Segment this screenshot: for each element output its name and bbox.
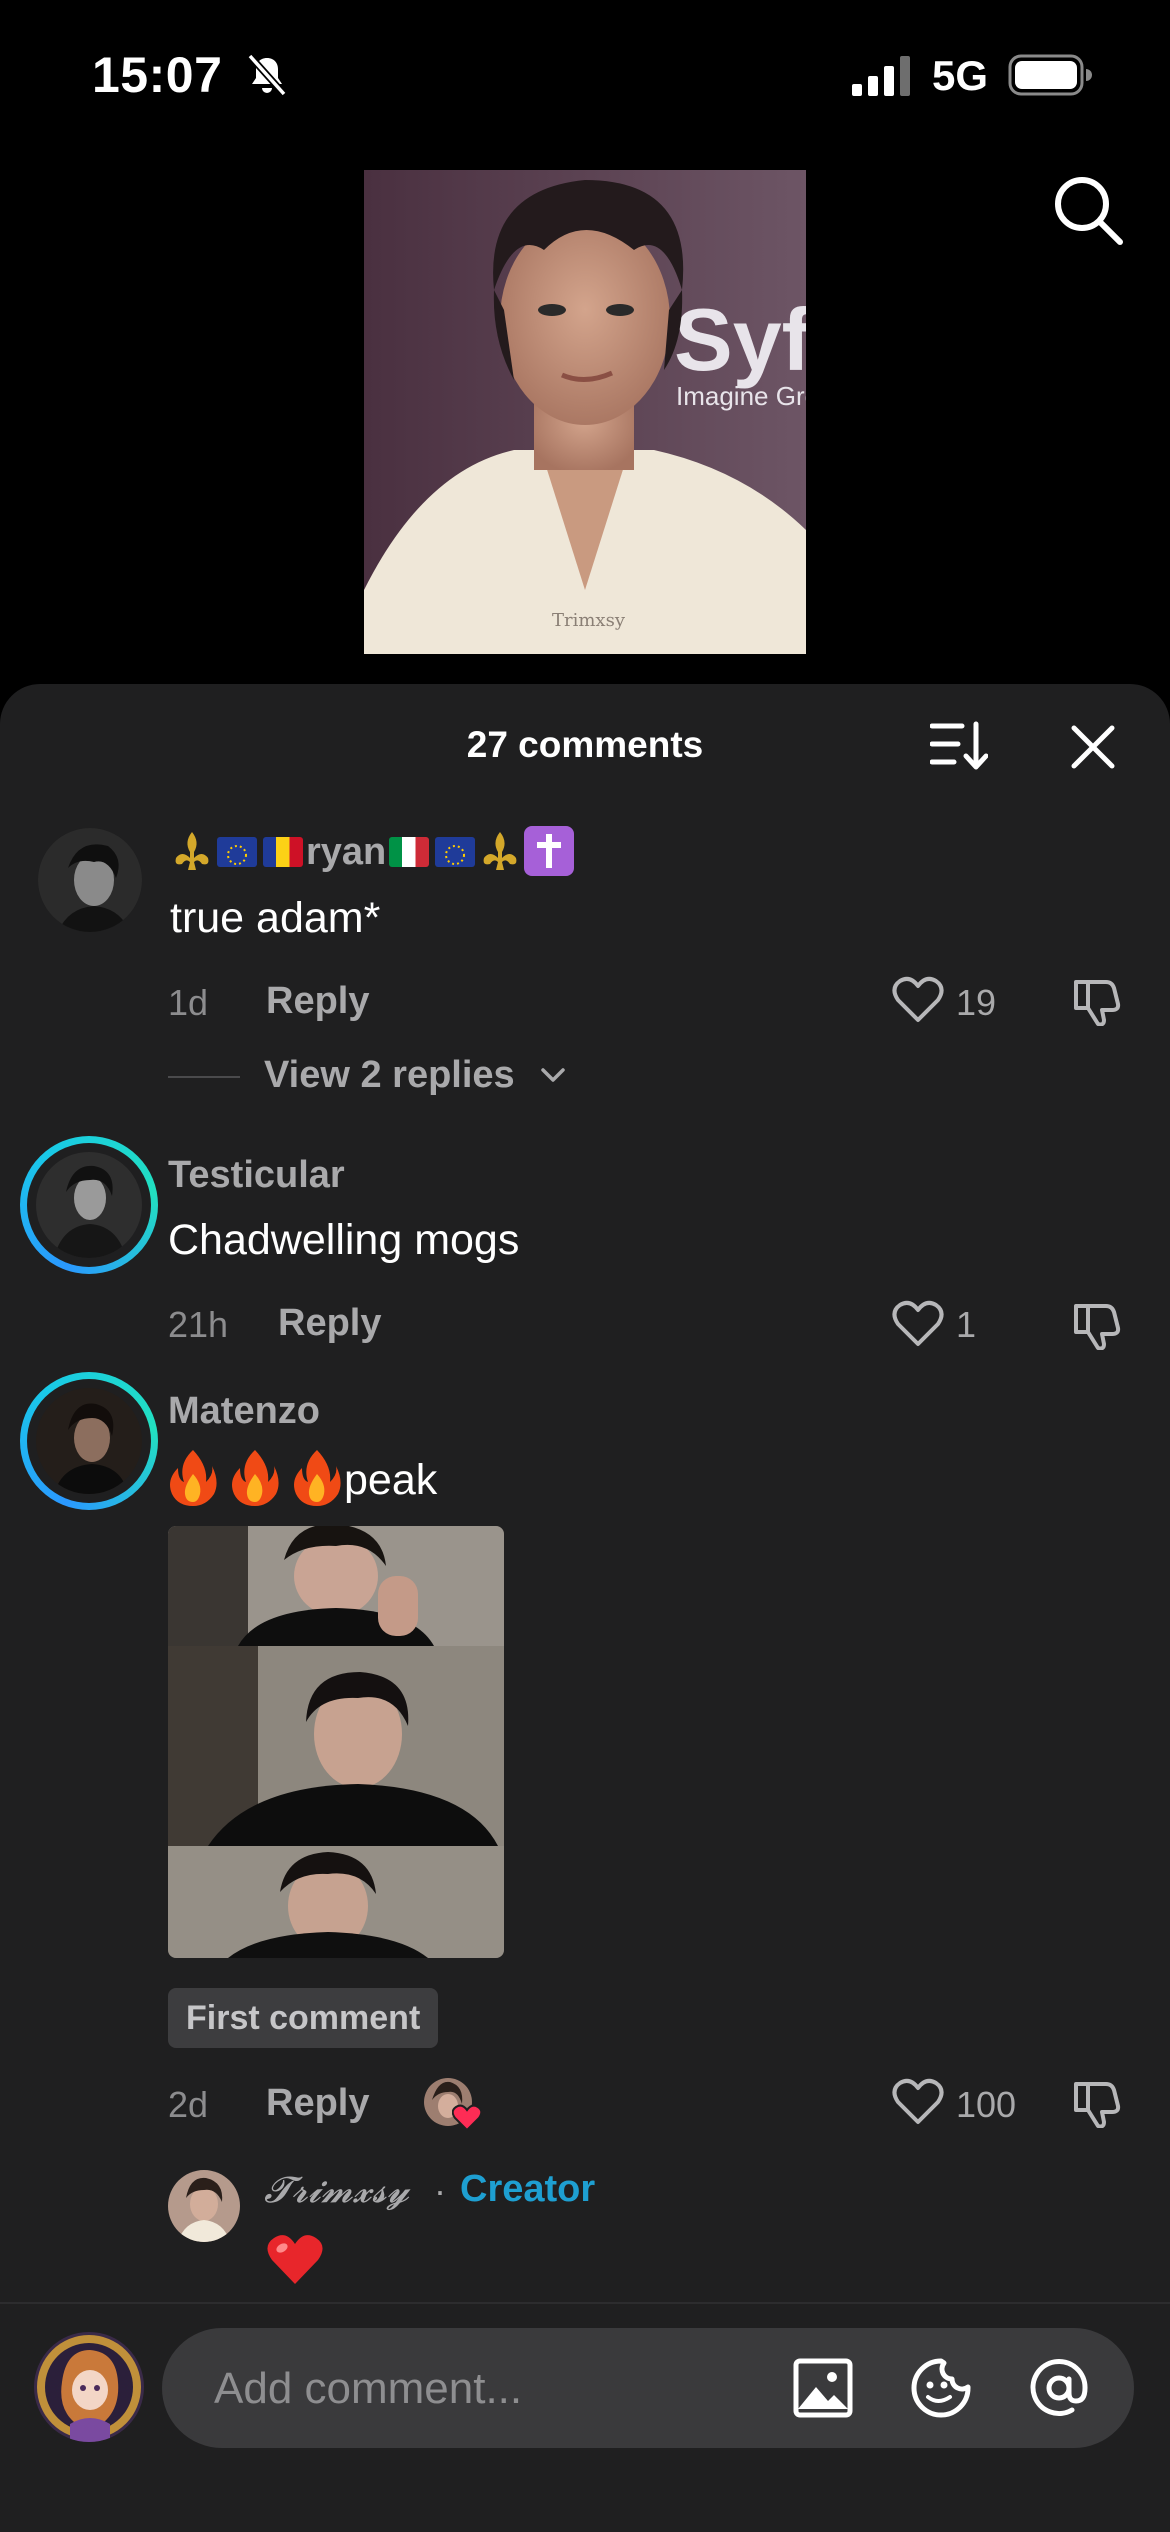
like-count: 19 xyxy=(956,982,997,1023)
view-replies-link[interactable]: View 2 replies xyxy=(264,1054,515,1097)
comment-age: 2d xyxy=(168,2084,209,2125)
comment-count: 27 comments xyxy=(466,724,704,765)
like-count: 1 xyxy=(956,1304,977,1345)
red-heart-icon xyxy=(267,2235,323,2284)
thumbs-down-icon[interactable] xyxy=(1072,1298,1124,1350)
comments-sheet: 27 comments ryan true adam* 1d Reply 19 … xyxy=(0,684,1170,2532)
fire-icon xyxy=(170,1450,217,1506)
reply-button[interactable]: Reply xyxy=(278,1302,381,1345)
eu-flag-icon xyxy=(217,837,257,867)
eu-flag-icon xyxy=(435,837,476,867)
comment-username[interactable]: ryan xyxy=(170,826,575,876)
network-type: 5G xyxy=(932,52,989,99)
battery-icon xyxy=(1008,54,1092,96)
avatar[interactable] xyxy=(36,1152,142,1258)
signal-icon xyxy=(852,56,910,96)
svg-text:Trimxsy: Trimxsy xyxy=(552,610,626,631)
portrait-image: Syf Imagine Grea Trimxsy xyxy=(364,170,806,654)
fleur-de-lis-icon xyxy=(175,832,209,870)
comment-text-value: peak xyxy=(344,1456,438,1504)
my-avatar[interactable] xyxy=(34,2332,144,2442)
separator-dot: · xyxy=(434,2170,446,2211)
heart-icon[interactable] xyxy=(892,976,944,1024)
fire-icon xyxy=(294,1450,341,1506)
romania-flag-icon xyxy=(263,837,303,867)
sticker-icon[interactable] xyxy=(910,2357,972,2419)
reply-button[interactable]: Reply xyxy=(266,2082,369,2125)
heart-icon[interactable] xyxy=(892,1300,944,1348)
sheet-header: 27 comments xyxy=(0,684,1170,804)
comment-username[interactable]: Testicular xyxy=(168,1154,345,1197)
comment-text: Chadwelling mogs xyxy=(168,1216,520,1264)
italy-flag-icon xyxy=(389,837,430,867)
thumbs-down-icon[interactable] xyxy=(1072,974,1124,1026)
creator-avatar[interactable] xyxy=(168,2170,240,2242)
chevron-down-icon[interactable] xyxy=(540,1066,566,1084)
fleur-de-lis-icon xyxy=(483,832,517,870)
reply-button[interactable]: Reply xyxy=(266,980,369,1023)
image-icon[interactable] xyxy=(792,2357,854,2419)
comment-username[interactable]: Matenzo xyxy=(168,1390,320,1433)
bell-slash-icon xyxy=(247,53,287,97)
heart-icon[interactable] xyxy=(892,2078,944,2126)
status-time: 15:07 xyxy=(92,47,223,103)
comment-age: 21h xyxy=(168,1304,229,1345)
composer-divider xyxy=(0,2302,1170,2304)
username-text: ryan xyxy=(306,831,387,873)
like-count: 100 xyxy=(956,2084,1017,2125)
svg-text:Syf: Syf xyxy=(674,290,806,389)
svg-text:Imagine Grea: Imagine Grea xyxy=(676,381,806,411)
avatar[interactable] xyxy=(38,828,142,932)
fire-icon xyxy=(232,1450,279,1506)
comment-text: peak xyxy=(168,1448,437,1506)
creator-username[interactable]: 𝓣𝓻𝓲𝓶𝔁𝓼𝔂 xyxy=(264,2170,409,2212)
first-comment-badge: First comment xyxy=(168,1988,439,2048)
comment-age: 1d xyxy=(168,982,209,1023)
video-thumbnail[interactable]: Syf Imagine Grea Trimxsy xyxy=(364,170,806,654)
status-bar: 15:07 5G xyxy=(0,0,1170,150)
replies-divider xyxy=(168,1076,240,1078)
comment-composer[interactable]: Add comment... xyxy=(162,2328,1134,2448)
search-icon[interactable] xyxy=(1050,172,1126,248)
mention-icon[interactable] xyxy=(1028,2357,1090,2419)
sort-icon[interactable] xyxy=(930,720,988,772)
creator-label: Creator xyxy=(460,2168,596,2210)
comment-gif[interactable] xyxy=(168,1526,504,1958)
heart-badge-icon xyxy=(452,2104,482,2132)
comment-text: true adam* xyxy=(170,894,381,942)
latin-cross-icon xyxy=(524,826,575,876)
thumbs-down-icon[interactable] xyxy=(1072,2076,1124,2128)
avatar[interactable] xyxy=(36,1388,142,1494)
comment-input[interactable]: Add comment... xyxy=(214,2364,522,2414)
close-icon[interactable] xyxy=(1068,722,1118,772)
